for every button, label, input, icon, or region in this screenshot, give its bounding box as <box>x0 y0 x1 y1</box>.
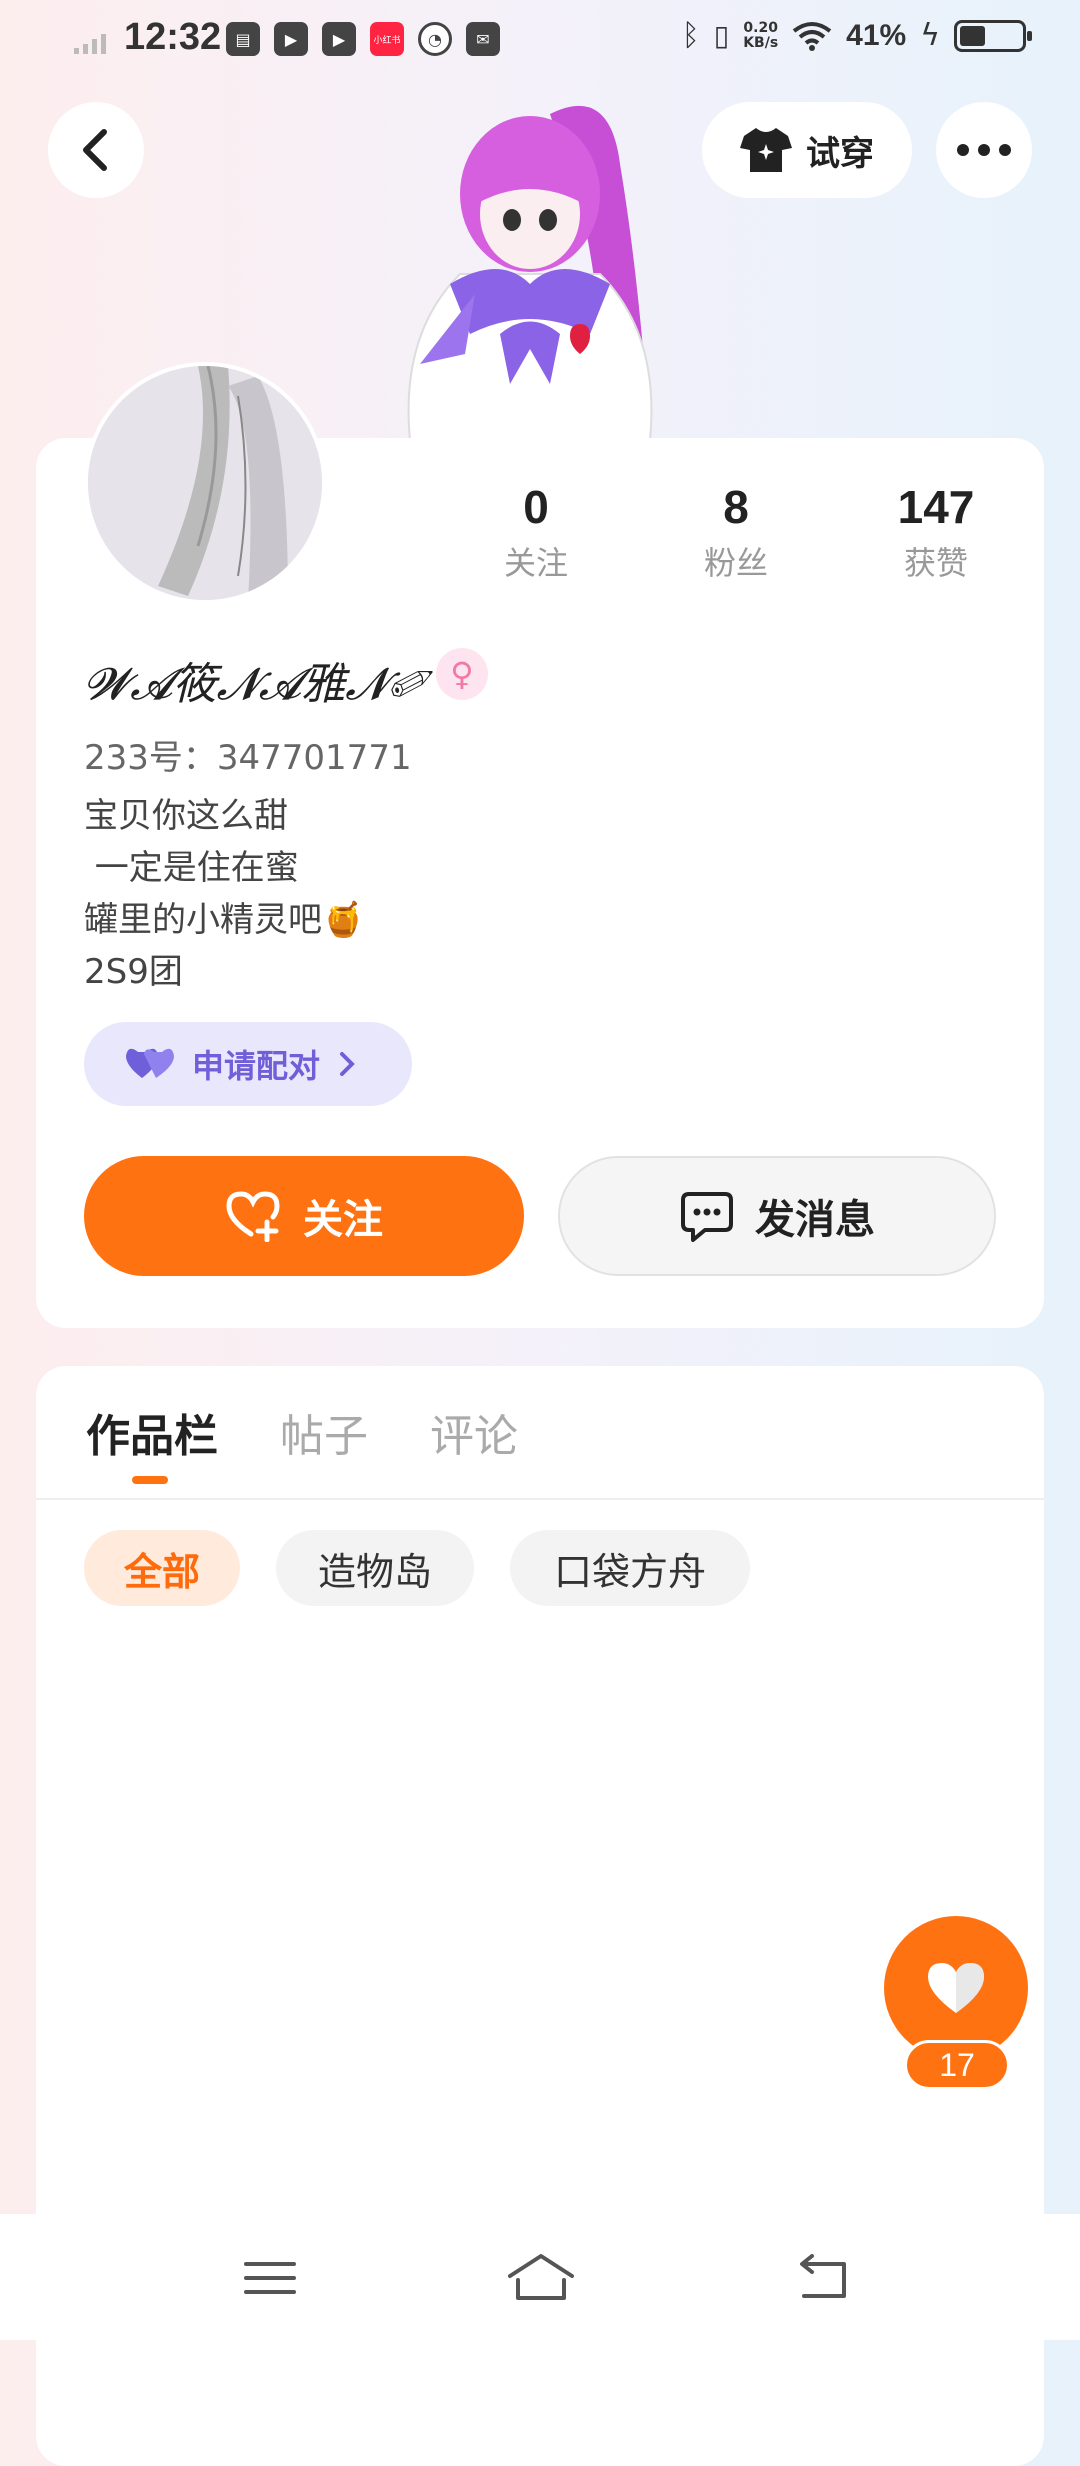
notification-icons: ▤ ▶ ▶ 小红书 ◔ ✉ <box>226 22 500 56</box>
speedometer-icon: ◔ <box>418 22 452 56</box>
home-icon[interactable] <box>506 2250 576 2306</box>
stat-following-value: 0 <box>523 481 549 533</box>
tshirt-icon <box>740 128 792 172</box>
net-speed: 0.20 KB/s <box>743 19 779 51</box>
status-bar: 12:32 ▤ ▶ ▶ 小红书 ◔ ✉ ᛒ ▯ 0.20 KB/s 41% ϟ <box>0 0 1080 84</box>
username: 𝓦𝓐筱𝓝𝓐雅𝓝✐ <box>84 659 428 710</box>
follow-button[interactable]: 关注 <box>84 1156 524 1276</box>
avatar-image <box>88 366 322 600</box>
vibrate-icon: ▯ <box>713 19 730 52</box>
red-app-label: 小红书 <box>373 35 401 46</box>
content-tabs: 作品栏 帖子 评论 <box>36 1366 1044 1500</box>
red-app-icon: 小红书 <box>370 22 404 56</box>
video-app-icon: ▶ <box>274 22 308 56</box>
stat-likes-label: 获赞 <box>903 544 968 582</box>
net-speed-unit: KB/s <box>743 34 779 51</box>
request-pair-label: 申请配对 <box>192 1047 321 1085</box>
chevron-left-icon <box>83 129 107 171</box>
send-message-button[interactable]: 发消息 <box>558 1156 996 1276</box>
tab-posts[interactable]: 帖子 <box>280 1400 368 1464</box>
stat-fans[interactable]: 8 粉丝 <box>636 480 836 584</box>
video-app-icon: ▶ <box>322 22 356 56</box>
stat-likes-value: 147 <box>897 481 975 533</box>
status-time: 12:32 <box>124 16 222 58</box>
bluetooth-icon: ᛒ <box>681 18 700 53</box>
avatar[interactable] <box>84 362 326 604</box>
charging-icon: ϟ <box>920 18 940 53</box>
profile-stats: 0 关注 8 粉丝 147 获赞 <box>436 480 1036 584</box>
more-dots-icon <box>957 144 1011 156</box>
tab-comments[interactable]: 评论 <box>430 1400 518 1464</box>
like-count-badge: 17 <box>904 2040 1010 2090</box>
active-tab-indicator <box>132 1476 168 1484</box>
gender-female-icon: ♀ <box>436 648 488 700</box>
send-message-label: 发消息 <box>755 1197 875 1243</box>
chevron-right-icon <box>340 1052 355 1076</box>
stat-following-label: 关注 <box>503 544 568 582</box>
like-floating-button[interactable] <box>884 1916 1028 2060</box>
avatar-character-image <box>407 105 653 440</box>
signal-icon <box>74 34 106 54</box>
battery-fill <box>960 25 985 46</box>
chat-bubble-icon <box>681 1192 733 1242</box>
stat-likes[interactable]: 147 获赞 <box>836 480 1036 584</box>
system-nav-bar <box>0 2214 1080 2340</box>
back-button[interactable] <box>48 102 144 198</box>
heart-icon <box>928 1963 984 2013</box>
filter-chip-all[interactable]: 全部 <box>84 1530 240 1606</box>
double-heart-icon <box>126 1048 174 1078</box>
more-button[interactable] <box>936 102 1032 198</box>
request-pair-button[interactable]: 申请配对 <box>84 1022 412 1106</box>
tab-works[interactable]: 作品栏 <box>86 1400 218 1464</box>
user-id: 233号：347701771 <box>84 738 412 778</box>
follow-label: 关注 <box>303 1197 383 1243</box>
battery-icon <box>954 19 1032 52</box>
filter-chip-creation-island[interactable]: 造物岛 <box>276 1530 474 1606</box>
menu-icon[interactable] <box>240 2250 300 2306</box>
stat-fans-value: 8 <box>723 481 749 533</box>
status-right: ᛒ ▯ 0.20 KB/s 41% ϟ <box>681 18 1032 53</box>
heart-plus-icon <box>226 1191 280 1242</box>
user-bio: 宝贝你这么甜 一定是住在蜜 罐里的小精灵吧🍯 2S9团 <box>84 796 365 992</box>
stat-following[interactable]: 0 关注 <box>436 480 636 584</box>
net-speed-value: 0.20 <box>743 19 778 36</box>
try-on-label: 试穿 <box>806 133 874 174</box>
try-on-button[interactable]: 试穿 <box>702 102 912 198</box>
filter-chip-pocket-ark[interactable]: 口袋方舟 <box>510 1530 750 1606</box>
back-nav-icon[interactable] <box>794 2250 854 2306</box>
mail-icon: ✉ <box>466 22 500 56</box>
stat-fans-label: 粉丝 <box>703 544 768 582</box>
wifi-icon <box>792 21 832 51</box>
battery-percent: 41% <box>846 18 907 52</box>
sim-card-icon: ▤ <box>226 22 260 56</box>
